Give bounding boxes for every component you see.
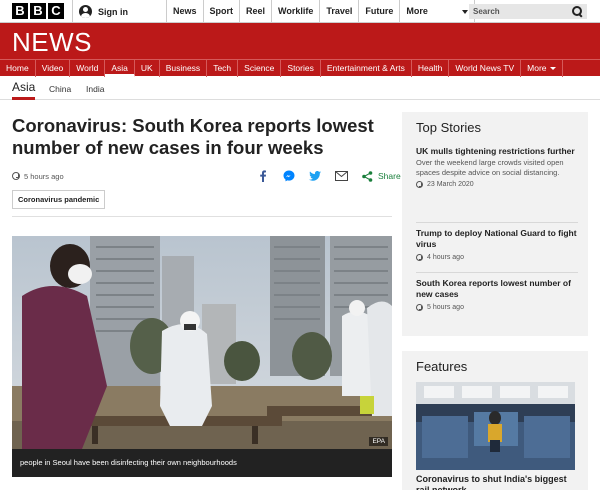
article-timestamp: 5 hours ago [24, 171, 64, 181]
chevron-down-icon [462, 9, 469, 14]
news-nav-health[interactable]: Health [412, 60, 450, 77]
feature-headline[interactable]: Coronavirus to shut India's biggest rail… [416, 474, 578, 490]
logo-letter: B [12, 3, 28, 19]
user-icon [79, 5, 92, 18]
story-meta: 5 hours ago [416, 304, 578, 311]
news-nav-world-news-tv[interactable]: World News TV [449, 60, 522, 77]
search-icon[interactable] [572, 6, 583, 17]
article-image: EPA [12, 236, 392, 449]
search-input[interactable]: Search [469, 4, 587, 19]
share-icon[interactable] [360, 169, 374, 183]
news-nav-video[interactable]: Video [36, 60, 71, 77]
more-label: More [527, 63, 547, 73]
top-nav-worklife[interactable]: Worklife [271, 0, 319, 23]
news-nav-asia[interactable]: Asia [105, 60, 135, 77]
story-timestamp: 4 hours ago [427, 254, 464, 261]
top-nav-travel[interactable]: Travel [319, 0, 358, 23]
top-nav-news[interactable]: News [166, 0, 203, 23]
news-wordmark[interactable]: NEWS [12, 27, 92, 58]
top-story-item[interactable]: South Korea reports lowest number of new… [416, 278, 578, 311]
clock-icon [416, 304, 423, 311]
story-timestamp: 5 hours ago [427, 304, 464, 311]
logo-letter: B [30, 3, 46, 19]
news-nav-tech[interactable]: Tech [207, 60, 239, 77]
news-nav-uk[interactable]: UK [135, 60, 160, 77]
divider [12, 216, 392, 217]
messenger-icon[interactable] [282, 169, 296, 183]
sub-nav: Asia China India [0, 78, 600, 100]
features-panel: Features Coronavirus to shut India's big… [402, 351, 588, 490]
features-title: Features [416, 359, 468, 374]
story-meta: 23 March 2020 [416, 181, 578, 188]
signin-label: Sign in [98, 6, 128, 17]
chevron-down-icon [549, 67, 556, 71]
email-icon[interactable] [334, 169, 348, 183]
top-nav-sport[interactable]: Sport [202, 0, 240, 23]
top-nav-more-button[interactable]: More [399, 0, 476, 23]
story-headline[interactable]: Trump to deploy National Guard to fight … [416, 228, 578, 250]
news-nav-more-button[interactable]: More [521, 60, 563, 77]
logo-letter: C [48, 3, 64, 19]
clock-icon [416, 181, 423, 188]
top-stories-title: Top Stories [416, 120, 482, 135]
story-headline[interactable]: South Korea reports lowest number of new… [416, 278, 578, 300]
twitter-icon[interactable] [308, 169, 322, 183]
search-placeholder: Search [473, 7, 500, 16]
clock-icon [12, 172, 20, 180]
news-nav-stories[interactable]: Stories [281, 60, 321, 77]
news-nav-world[interactable]: World [70, 60, 106, 77]
article-meta: 5 hours ago Share [12, 169, 401, 183]
masthead: B B C Sign in News Sport Reel Worklife T… [0, 0, 600, 23]
news-nav-entertainment[interactable]: Entertainment & Arts [321, 60, 412, 77]
image-credit: EPA [369, 437, 388, 446]
top-nav-future[interactable]: Future [358, 0, 399, 23]
top-story-item[interactable]: Trump to deploy National Guard to fight … [416, 228, 578, 261]
story-headline[interactable]: UK mulls tightening restrictions further [416, 146, 578, 157]
feature-image[interactable] [416, 382, 575, 470]
story-meta: 4 hours ago [416, 254, 578, 261]
clock-icon [416, 254, 423, 261]
story-summary: Over the weekend large crowds visited op… [416, 158, 564, 177]
bbc-logo[interactable]: B B C [12, 3, 64, 19]
signin-link[interactable]: Sign in [72, 0, 128, 23]
sub-nav-china[interactable]: China [49, 84, 71, 94]
top-nav-reel[interactable]: Reel [239, 0, 271, 23]
story-timestamp: 23 March 2020 [427, 181, 474, 188]
top-story-item[interactable]: UK mulls tightening restrictions further… [416, 146, 578, 188]
news-nav-business[interactable]: Business [160, 60, 208, 77]
divider [416, 272, 578, 273]
news-nav-science[interactable]: Science [238, 60, 282, 77]
image-caption: people in Seoul have been disinfecting t… [12, 449, 392, 477]
share-tools: Share [256, 169, 401, 183]
top-nav: News Sport Reel Worklife Travel Future M… [166, 0, 476, 23]
divider [416, 222, 578, 223]
article-headline: Coronavirus: South Korea reports lowest … [12, 115, 374, 158]
share-button[interactable]: Share [378, 171, 401, 181]
topic-tag[interactable]: Coronavirus pandemic [12, 190, 106, 209]
sub-nav-india[interactable]: India [86, 84, 104, 94]
more-label: More [406, 6, 428, 16]
current-section-title[interactable]: Asia [12, 80, 36, 100]
news-nav-home[interactable]: Home [0, 60, 36, 77]
facebook-icon[interactable] [256, 169, 270, 183]
news-nav: Home Video World Asia UK Business Tech S… [0, 59, 600, 77]
top-stories-panel: Top Stories UK mulls tightening restrict… [402, 112, 588, 336]
